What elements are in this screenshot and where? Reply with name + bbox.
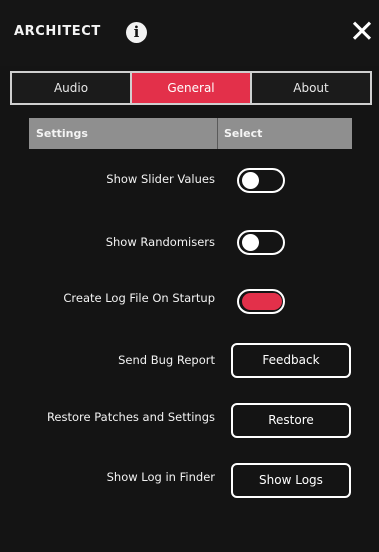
setting-label-send-bug-report: Send Bug Report	[118, 353, 215, 367]
tab-general[interactable]: General	[132, 73, 252, 103]
create-log-file-toggle[interactable]	[237, 289, 285, 314]
tab-about[interactable]: About	[252, 73, 370, 103]
toggle-knob	[242, 172, 259, 189]
toggle-knob	[242, 234, 259, 251]
setting-label-show-slider-values: Show Slider Values	[106, 172, 215, 186]
column-header-settings: Settings	[36, 127, 88, 140]
info-icon[interactable]: i	[126, 22, 147, 43]
show-logs-button[interactable]: Show Logs	[231, 463, 351, 498]
settings-table-header: Settings Select	[29, 118, 352, 149]
toggle-knob	[264, 293, 281, 310]
restore-button[interactable]: Restore	[231, 403, 351, 438]
setting-label-show-log-in-finder: Show Log in Finder	[106, 470, 215, 484]
app-title: ARCHITECT	[14, 24, 101, 39]
tab-bar: Audio General About	[10, 71, 372, 105]
setting-label-show-randomisers: Show Randomisers	[105, 235, 215, 249]
setting-label-restore-patches: Restore Patches and Settings	[46, 410, 215, 424]
show-randomisers-toggle[interactable]	[237, 230, 285, 255]
header-bar: ARCHITECT i ✕	[0, 0, 379, 66]
tab-audio[interactable]: Audio	[12, 73, 132, 103]
column-header-select: Select	[224, 127, 263, 140]
close-icon[interactable]: ✕	[349, 17, 375, 48]
setting-label-create-log-file: Create Log File On Startup	[63, 291, 215, 305]
show-slider-values-toggle[interactable]	[237, 168, 285, 193]
feedback-button[interactable]: Feedback	[231, 343, 351, 378]
